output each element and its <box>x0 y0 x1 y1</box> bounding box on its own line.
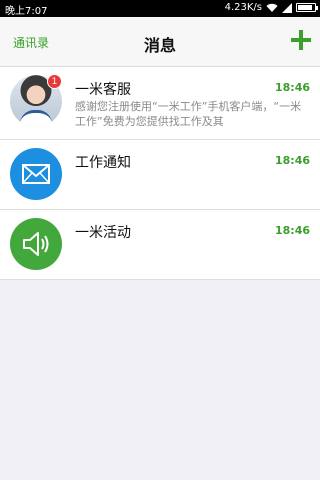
message-name: 工作通知 <box>75 155 131 171</box>
status-indicators: 4.23K/s <box>224 2 318 13</box>
page-title: 消息 <box>143 36 176 55</box>
add-icon[interactable] <box>291 30 311 50</box>
message-item-activity[interactable]: 一米活动 18:46 <box>0 210 320 280</box>
status-bar: 晚上7:07 4.23K/s <box>0 0 320 17</box>
message-preview: 感谢您注册使用“一米工作”手机客户端，“一米工作”免费为您提供找工作及其 <box>75 100 302 128</box>
nav-header: 通讯录 消息 <box>0 17 320 67</box>
message-time: 18:46 <box>274 154 310 167</box>
network-speed: 4.23K/s <box>224 2 262 13</box>
message-time: 18:46 <box>274 224 310 237</box>
wifi-icon <box>266 3 278 13</box>
message-time: 18:46 <box>274 81 310 94</box>
signal-icon <box>282 2 292 13</box>
message-item-job-notice[interactable]: 工作通知 18:46 <box>0 140 320 210</box>
battery-icon <box>296 3 318 12</box>
message-item-customer-service[interactable]: 1 一米客服 18:46 感谢您注册使用“一米工作”手机客户端，“一米工作”免费… <box>0 67 320 140</box>
mail-icon <box>10 148 62 200</box>
unread-badge: 1 <box>47 74 62 89</box>
message-name: 一米客服 <box>75 82 131 98</box>
message-name: 一米活动 <box>75 225 131 241</box>
message-list: 1 一米客服 18:46 感谢您注册使用“一米工作”手机客户端，“一米工作”免费… <box>0 67 320 280</box>
speaker-icon <box>10 218 62 270</box>
status-time: 晚上7:07 <box>5 6 48 17</box>
